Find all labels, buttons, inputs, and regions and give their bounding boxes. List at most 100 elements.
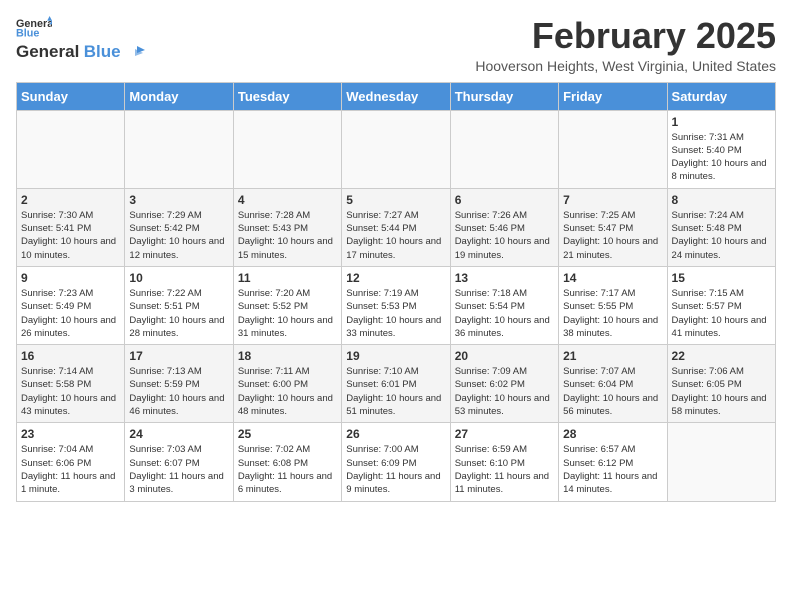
calendar-cell — [233, 110, 341, 188]
calendar-header-sunday: Sunday — [17, 82, 125, 110]
calendar-cell: 5 Sunrise: 7:27 AM Sunset: 5:44 PM Daylig… — [342, 188, 450, 266]
page-header: General Blue General Blue February 2025 … — [16, 16, 776, 74]
day-info: Sunrise: 7:10 AM Sunset: 6:01 PM Dayligh… — [346, 365, 445, 418]
logo-bird-icon — [127, 44, 145, 62]
day-info: Sunrise: 7:07 AM Sunset: 6:04 PM Dayligh… — [563, 365, 662, 418]
logo: General Blue General Blue — [16, 16, 145, 62]
calendar-header-thursday: Thursday — [450, 82, 558, 110]
day-number: 23 — [21, 427, 120, 441]
day-info: Sunrise: 7:02 AM Sunset: 6:08 PM Dayligh… — [238, 443, 337, 496]
day-number: 18 — [238, 349, 337, 363]
calendar-week-row: 1 Sunrise: 7:31 AM Sunset: 5:40 PM Daylig… — [17, 110, 776, 188]
logo-icon: General Blue — [16, 16, 52, 40]
day-number: 24 — [129, 427, 228, 441]
day-number: 7 — [563, 193, 662, 207]
calendar-cell: 2 Sunrise: 7:30 AM Sunset: 5:41 PM Daylig… — [17, 188, 125, 266]
day-number: 26 — [346, 427, 445, 441]
title-block: February 2025 Hooverson Heights, West Vi… — [475, 16, 776, 74]
day-number: 16 — [21, 349, 120, 363]
day-info: Sunrise: 7:03 AM Sunset: 6:07 PM Dayligh… — [129, 443, 228, 496]
day-info: Sunrise: 7:18 AM Sunset: 5:54 PM Dayligh… — [455, 287, 554, 340]
calendar-week-row: 2 Sunrise: 7:30 AM Sunset: 5:41 PM Daylig… — [17, 188, 776, 266]
day-number: 21 — [563, 349, 662, 363]
day-number: 1 — [672, 115, 771, 129]
calendar-cell: 6 Sunrise: 7:26 AM Sunset: 5:46 PM Daylig… — [450, 188, 558, 266]
calendar-cell: 4 Sunrise: 7:28 AM Sunset: 5:43 PM Daylig… — [233, 188, 341, 266]
calendar-cell: 20 Sunrise: 7:09 AM Sunset: 6:02 PM Dayli… — [450, 345, 558, 423]
day-info: Sunrise: 7:31 AM Sunset: 5:40 PM Dayligh… — [672, 131, 771, 184]
calendar-cell — [342, 110, 450, 188]
calendar-cell: 24 Sunrise: 7:03 AM Sunset: 6:07 PM Dayli… — [125, 423, 233, 501]
day-number: 8 — [672, 193, 771, 207]
day-info: Sunrise: 7:13 AM Sunset: 5:59 PM Dayligh… — [129, 365, 228, 418]
calendar-cell: 10 Sunrise: 7:22 AM Sunset: 5:51 PM Dayli… — [125, 266, 233, 344]
day-number: 13 — [455, 271, 554, 285]
logo-general: General — [16, 42, 79, 61]
day-number: 11 — [238, 271, 337, 285]
calendar-header-tuesday: Tuesday — [233, 82, 341, 110]
day-info: Sunrise: 7:23 AM Sunset: 5:49 PM Dayligh… — [21, 287, 120, 340]
calendar-cell: 26Sunrise: 7:00 AM Sunset: 6:09 PM Dayli… — [342, 423, 450, 501]
day-number: 27 — [455, 427, 554, 441]
calendar-cell — [559, 110, 667, 188]
calendar-cell: 23 Sunrise: 7:04 AM Sunset: 6:06 PM Dayli… — [17, 423, 125, 501]
calendar-cell — [667, 423, 775, 501]
month-title: February 2025 — [475, 16, 776, 56]
calendar-cell: 3 Sunrise: 7:29 AM Sunset: 5:42 PM Daylig… — [125, 188, 233, 266]
day-number: 6 — [455, 193, 554, 207]
calendar-header-wednesday: Wednesday — [342, 82, 450, 110]
day-number: 15 — [672, 271, 771, 285]
day-number: 19 — [346, 349, 445, 363]
day-number: 14 — [563, 271, 662, 285]
calendar-cell: 17Sunrise: 7:13 AM Sunset: 5:59 PM Dayli… — [125, 345, 233, 423]
day-info: Sunrise: 6:59 AM Sunset: 6:10 PM Dayligh… — [455, 443, 554, 496]
day-number: 12 — [346, 271, 445, 285]
day-info: Sunrise: 7:29 AM Sunset: 5:42 PM Dayligh… — [129, 209, 228, 262]
day-info: Sunrise: 7:22 AM Sunset: 5:51 PM Dayligh… — [129, 287, 228, 340]
day-number: 28 — [563, 427, 662, 441]
calendar-cell — [17, 110, 125, 188]
logo-blue: Blue — [84, 42, 121, 61]
calendar-table: SundayMondayTuesdayWednesdayThursdayFrid… — [16, 82, 776, 502]
day-info: Sunrise: 7:11 AM Sunset: 6:00 PM Dayligh… — [238, 365, 337, 418]
calendar-week-row: 23 Sunrise: 7:04 AM Sunset: 6:06 PM Dayli… — [17, 423, 776, 501]
calendar-cell: 21 Sunrise: 7:07 AM Sunset: 6:04 PM Dayli… — [559, 345, 667, 423]
day-number: 20 — [455, 349, 554, 363]
calendar-cell: 9 Sunrise: 7:23 AM Sunset: 5:49 PM Daylig… — [17, 266, 125, 344]
day-number: 5 — [346, 193, 445, 207]
day-info: Sunrise: 6:57 AM Sunset: 6:12 PM Dayligh… — [563, 443, 662, 496]
day-info: Sunrise: 7:14 AM Sunset: 5:58 PM Dayligh… — [21, 365, 120, 418]
day-info: Sunrise: 7:25 AM Sunset: 5:47 PM Dayligh… — [563, 209, 662, 262]
day-info: Sunrise: 7:17 AM Sunset: 5:55 PM Dayligh… — [563, 287, 662, 340]
calendar-cell: 18 Sunrise: 7:11 AM Sunset: 6:00 PM Dayli… — [233, 345, 341, 423]
calendar-cell: 16 Sunrise: 7:14 AM Sunset: 5:58 PM Dayli… — [17, 345, 125, 423]
day-number: 25 — [238, 427, 337, 441]
day-info: Sunrise: 7:30 AM Sunset: 5:41 PM Dayligh… — [21, 209, 120, 262]
day-number: 9 — [21, 271, 120, 285]
calendar-cell — [450, 110, 558, 188]
day-info: Sunrise: 7:26 AM Sunset: 5:46 PM Dayligh… — [455, 209, 554, 262]
day-info: Sunrise: 7:27 AM Sunset: 5:44 PM Dayligh… — [346, 209, 445, 262]
calendar-header-monday: Monday — [125, 82, 233, 110]
day-number: 10 — [129, 271, 228, 285]
day-info: Sunrise: 7:28 AM Sunset: 5:43 PM Dayligh… — [238, 209, 337, 262]
calendar-cell: 14 Sunrise: 7:17 AM Sunset: 5:55 PM Dayli… — [559, 266, 667, 344]
calendar-cell: 1 Sunrise: 7:31 AM Sunset: 5:40 PM Daylig… — [667, 110, 775, 188]
location: Hooverson Heights, West Virginia, United… — [475, 58, 776, 74]
calendar-header-row: SundayMondayTuesdayWednesdayThursdayFrid… — [17, 82, 776, 110]
day-number: 4 — [238, 193, 337, 207]
day-info: Sunrise: 7:15 AM Sunset: 5:57 PM Dayligh… — [672, 287, 771, 340]
calendar-header-saturday: Saturday — [667, 82, 775, 110]
calendar-cell: 15 Sunrise: 7:15 AM Sunset: 5:57 PM Dayli… — [667, 266, 775, 344]
day-info: Sunrise: 7:04 AM Sunset: 6:06 PM Dayligh… — [21, 443, 120, 496]
day-number: 22 — [672, 349, 771, 363]
day-info: Sunrise: 7:19 AM Sunset: 5:53 PM Dayligh… — [346, 287, 445, 340]
calendar-cell: 11Sunrise: 7:20 AM Sunset: 5:52 PM Dayli… — [233, 266, 341, 344]
calendar-cell: 12 Sunrise: 7:19 AM Sunset: 5:53 PM Dayli… — [342, 266, 450, 344]
calendar-cell — [125, 110, 233, 188]
svg-text:Blue: Blue — [16, 27, 39, 39]
day-number: 3 — [129, 193, 228, 207]
day-number: 2 — [21, 193, 120, 207]
day-info: Sunrise: 7:09 AM Sunset: 6:02 PM Dayligh… — [455, 365, 554, 418]
calendar-cell: 27 Sunrise: 6:59 AM Sunset: 6:10 PM Dayli… — [450, 423, 558, 501]
